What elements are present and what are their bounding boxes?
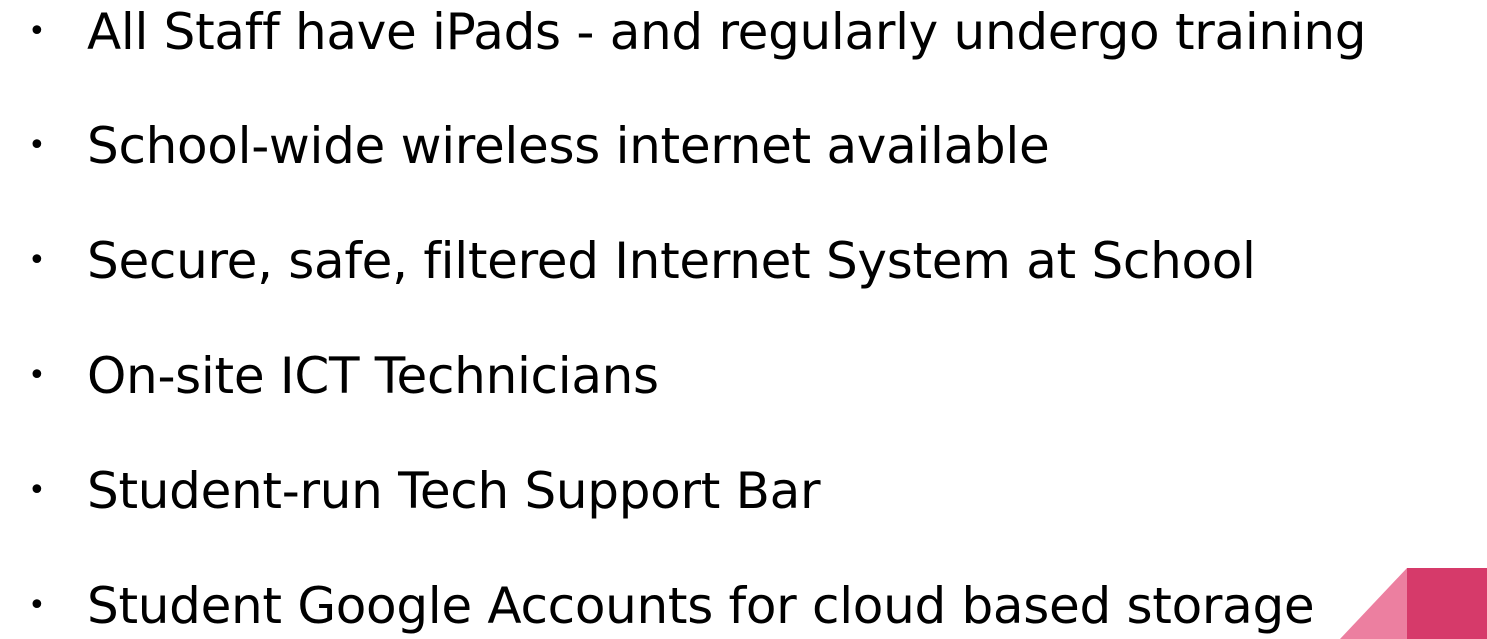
- corner-decoration-light: [1340, 568, 1407, 639]
- list-item: • Student Google Accounts for cloud base…: [0, 566, 1487, 639]
- bullet-text-google-accounts: Student Google Accounts for cloud based …: [87, 577, 1315, 635]
- bullet-icon: •: [28, 14, 46, 49]
- bullet-icon: •: [28, 243, 46, 278]
- bullet-icon: •: [28, 358, 46, 393]
- bullet-icon: •: [28, 128, 46, 163]
- corner-decoration-dark: [1407, 568, 1487, 639]
- list-item: • Secure, safe, filtered Internet System…: [0, 221, 1487, 301]
- list-item: • All Staff have iPads - and regularly u…: [0, 0, 1487, 72]
- bullet-text-wireless-internet: School-wide wireless internet available: [87, 117, 1050, 175]
- list-item: • Student-run Tech Support Bar: [0, 451, 1487, 531]
- bullet-icon: •: [28, 588, 46, 623]
- bullet-text-filtered-internet: Secure, safe, filtered Internet System a…: [87, 232, 1256, 290]
- bullet-text-tech-support-bar: Student-run Tech Support Bar: [87, 462, 821, 520]
- list-item: • School-wide wireless internet availabl…: [0, 106, 1487, 186]
- bullet-text-staff-ipads: All Staff have iPads - and regularly und…: [87, 3, 1367, 61]
- bullet-icon: •: [28, 473, 46, 508]
- corner-decoration: [1340, 568, 1487, 639]
- slide: • All Staff have iPads - and regularly u…: [0, 0, 1487, 639]
- bullet-text-ict-technicians: On-site ICT Technicians: [87, 347, 659, 405]
- bullet-list: • All Staff have iPads - and regularly u…: [0, 0, 1487, 639]
- list-item: • On-site ICT Technicians: [0, 336, 1487, 416]
